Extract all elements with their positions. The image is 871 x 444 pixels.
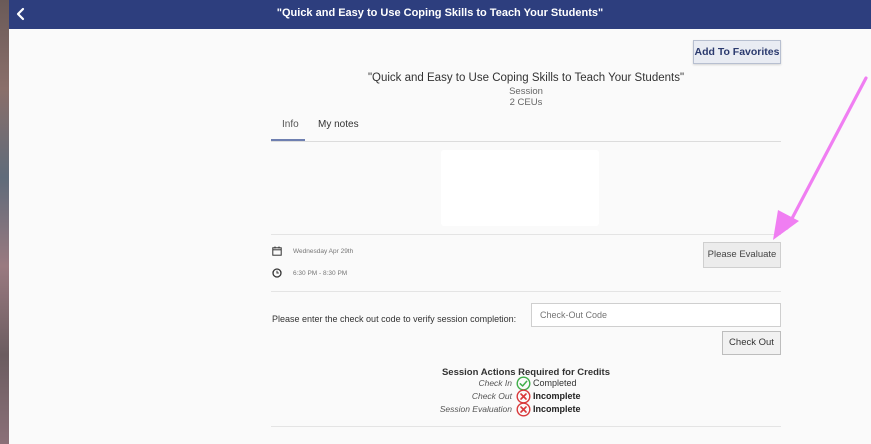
requirement-status: Incomplete [533,404,581,414]
active-tab-indicator [271,139,305,141]
checkout-prompt: Please enter the check out code to verif… [272,314,517,324]
requirement-label: Check Out [471,391,512,401]
requirement-status: Incomplete [533,391,581,401]
session-image-placeholder [441,150,599,226]
clock-icon [272,268,282,278]
tab-bar: Info My notes [271,111,781,142]
topbar-title: "Quick and Easy to Use Coping Skills to … [276,7,604,19]
checkout-code-input[interactable] [531,303,781,327]
window-edge-strip [0,0,9,444]
session-time: 6:30 PM - 8:30 PM [293,270,348,277]
tab-info[interactable]: Info [282,119,299,130]
requirement-label: Session Evaluation [439,404,512,414]
top-bar: "Quick and Easy to Use Coping Skills to … [9,0,871,29]
divider [271,234,781,235]
session-date: Wednesday Apr 29th [293,248,354,255]
tab-my-notes[interactable]: My notes [318,119,359,130]
x-circle-icon [516,402,531,417]
session-credits: 2 CEUs [509,97,543,108]
divider [271,426,781,427]
check-out-button[interactable]: Check Out [722,331,781,355]
requirement-session-evaluation: Session Evaluation Incomplete [271,402,781,417]
please-evaluate-button[interactable]: Please Evaluate [703,242,781,268]
requirement-status: Completed [533,378,577,388]
calendar-icon [272,246,282,256]
session-type: Session [509,86,543,97]
requirement-label: Check In [478,378,512,388]
add-to-favorites-button[interactable]: Add To Favorites [693,40,781,64]
session-title: "Quick and Easy to Use Coping Skills to … [367,72,685,84]
divider [271,291,781,292]
